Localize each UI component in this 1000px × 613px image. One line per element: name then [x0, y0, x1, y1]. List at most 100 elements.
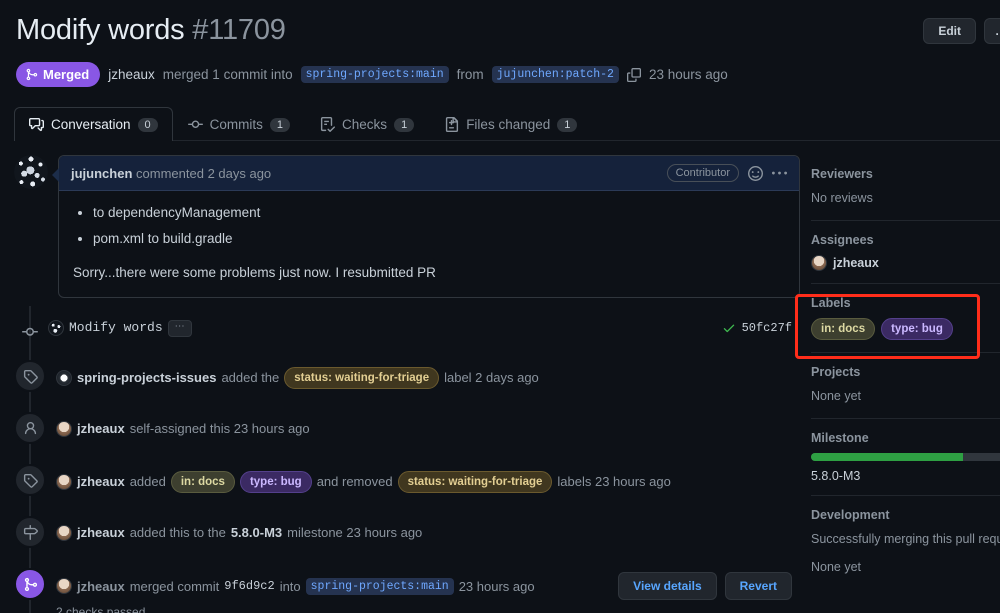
comment-box: jujunchen commented 2 days ago Contribut…	[52, 155, 800, 298]
label-chip[interactable]: status: waiting-for-triage	[284, 367, 440, 389]
edit-button[interactable]: Edit	[923, 18, 976, 44]
milestone-progress-fill	[811, 452, 963, 461]
overflow-menu-button[interactable]: …	[984, 18, 1000, 44]
timeline-event: spring-projects-issues added the status:…	[14, 350, 800, 402]
from-label: from	[456, 67, 484, 83]
event-actor[interactable]: jzheaux	[77, 472, 125, 493]
label-chip[interactable]: type: bug	[881, 317, 953, 340]
tab-checks[interactable]: Checks 1	[305, 107, 429, 141]
merge-mid-text: into	[279, 578, 301, 594]
merge-icon	[26, 69, 38, 81]
merge-target-branch[interactable]: spring-projects:main	[305, 577, 454, 595]
event-milestone-name[interactable]: 5.8.0-M3	[231, 523, 282, 544]
label-chip[interactable]: in: docs	[811, 317, 876, 340]
event-actor[interactable]: spring-projects-issues	[77, 368, 216, 389]
copy-icon[interactable]	[626, 67, 641, 82]
timeline-event-text: jzheaux added in: docs type: bug and rem…	[56, 464, 800, 493]
list-item: pom.xml to build.gradle	[93, 229, 785, 249]
tab-files-changed[interactable]: Files changed 1	[429, 107, 592, 141]
base-branch-chip[interactable]: spring-projects:main	[300, 66, 449, 84]
label-chip[interactable]: in: docs	[170, 471, 235, 493]
revert-button[interactable]: Revert	[724, 572, 792, 600]
avatar[interactable]	[56, 421, 72, 438]
checklist-icon	[320, 117, 336, 133]
merge-time: 23 hours ago	[648, 67, 728, 83]
comment-action: commented	[136, 165, 204, 181]
pr-tabs: Conversation 0 Commits 1 Checks 1 Files …	[14, 103, 1000, 142]
timeline-event-text: jzheaux self-assigned this 23 hours ago	[56, 412, 800, 440]
pull-request-page: Modify words #11709 Edit … Merged jzheau…	[0, 0, 1000, 613]
pr-header: Modify words #11709 Edit … Merged jzheau…	[0, 0, 1000, 88]
head-branch-chip[interactable]: jujunchen:patch-2	[491, 66, 619, 84]
comment-header: jujunchen commented 2 days ago Contribut…	[59, 156, 799, 192]
merge-actor[interactable]: jzheaux	[77, 579, 125, 594]
commit-message[interactable]: Modify words	[69, 318, 163, 339]
comment-author[interactable]: jujunchen	[71, 166, 132, 181]
labels-title[interactable]: Labels	[811, 296, 1000, 310]
emoji-reaction-icon[interactable]	[748, 165, 763, 181]
sidebar-section-milestone: Milestone 5.8.0-M3	[811, 431, 1000, 496]
list-item: to dependencyManagement	[93, 203, 785, 223]
avatar[interactable]	[14, 155, 48, 190]
sidebar-content: Reviewers No reviews Assignees jzheaux L…	[811, 167, 1000, 601]
merged-by-user[interactable]: jzheaux	[108, 67, 155, 82]
label-chip[interactable]: status: waiting-for-triage	[397, 471, 553, 493]
event-mid-text: and removed	[316, 473, 393, 489]
merge-time: 23 hours ago	[458, 578, 535, 594]
milestone-name[interactable]: 5.8.0-M3	[811, 469, 1000, 483]
avatar[interactable]	[56, 578, 72, 594]
tab-conversation-count: 0	[137, 117, 158, 132]
status-badge-label: Merged	[43, 67, 90, 83]
milestone-progress-bar	[811, 452, 1000, 461]
view-details-button[interactable]: View details	[618, 572, 717, 600]
milestone-title[interactable]: Milestone	[811, 431, 1000, 445]
avatar[interactable]	[56, 525, 72, 542]
commit-status-group: 50fc27f	[722, 319, 800, 338]
avatar[interactable]	[48, 320, 64, 337]
assignee-item[interactable]: jzheaux	[811, 254, 1000, 271]
commit-icon	[187, 120, 203, 129]
status-badge: Merged	[16, 62, 101, 88]
label-chip[interactable]: type: bug	[239, 471, 312, 493]
tag-icon	[14, 464, 46, 496]
assignee-name: jzheaux	[833, 255, 879, 270]
merge-action-buttons: View details Revert	[618, 572, 800, 600]
reviewers-title[interactable]: Reviewers	[811, 167, 1000, 181]
avatar[interactable]	[56, 474, 72, 490]
person-icon	[14, 412, 46, 444]
header-actions: Edit …	[923, 18, 1000, 44]
title-row: Modify words #11709	[16, 12, 984, 48]
commit-row-content: Modify words ⋯ 50fc27f	[48, 316, 800, 339]
expand-commit-button[interactable]: ⋯	[167, 319, 192, 337]
page-title: Modify words #11709	[16, 12, 286, 48]
projects-title[interactable]: Projects	[811, 365, 1000, 379]
merge-commit-sha[interactable]: 9f6d9c2	[224, 579, 274, 593]
merge-event-line: jzheaux merged commit 9f6d9c2 into sprin…	[56, 572, 800, 600]
assignees-title[interactable]: Assignees	[811, 233, 1000, 247]
merge-description: merged 1 commit into	[162, 67, 293, 83]
event-actor[interactable]: jzheaux	[77, 523, 125, 544]
tab-commits-count: 1	[269, 117, 291, 132]
event-post-text: labels 23 hours ago	[557, 473, 671, 489]
timeline-commit-row: Modify words ⋯ 50fc27f	[14, 306, 800, 350]
timeline-merge-event: jzheaux merged commit 9f6d9c2 into sprin…	[14, 558, 800, 613]
timeline-event-text: spring-projects-issues added the status:…	[56, 360, 800, 389]
avatar[interactable]	[56, 370, 72, 386]
pr-number: #11709	[192, 14, 286, 46]
comment-menu-icon[interactable]	[772, 166, 787, 181]
event-actor[interactable]: jzheaux	[77, 419, 125, 440]
tab-conversation[interactable]: Conversation 0	[14, 107, 173, 142]
comment-bullet-list: to dependencyManagement pom.xml to build…	[93, 203, 785, 249]
tab-commits[interactable]: Commits 1	[173, 107, 305, 141]
avatar	[811, 254, 827, 271]
timeline-event-text: jzheaux added this to the 5.8.0-M3 miles…	[56, 516, 800, 544]
tab-files-changed-count: 1	[557, 117, 578, 132]
tab-conversation-label: Conversation	[51, 117, 131, 133]
development-title[interactable]: Development	[811, 508, 1000, 522]
event-post-text: milestone 23 hours ago	[287, 525, 423, 540]
pr-meta-row: Merged jzheaux merged 1 commit into spri…	[16, 62, 984, 88]
tab-checks-count: 1	[394, 117, 415, 132]
file-diff-icon	[446, 117, 459, 133]
event-pre-text: self-assigned this 23 hours ago	[129, 421, 310, 436]
commit-sha[interactable]: 50fc27f	[742, 319, 792, 338]
